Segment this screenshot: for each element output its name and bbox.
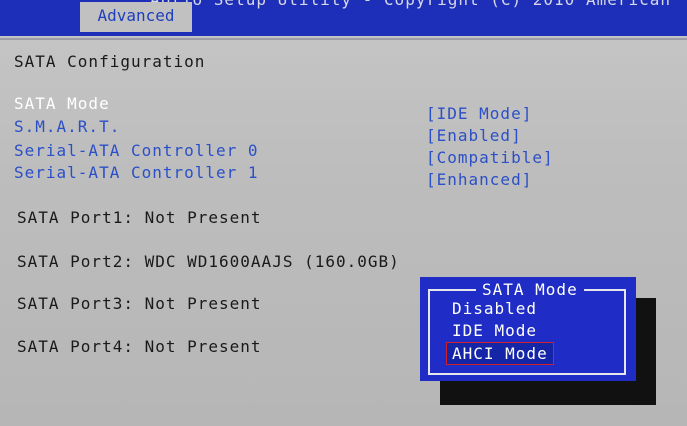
header-divider: [0, 38, 687, 40]
option-ahci-mode[interactable]: AHCI Mode: [446, 342, 554, 365]
popup-frame: SATA Mode Disabled IDE Mode AHCI Mode: [428, 280, 626, 375]
value-smart[interactable]: [Enabled]: [426, 126, 522, 145]
section-title: SATA Configuration: [14, 52, 206, 71]
sata-port-3: SATA Port3: Not Present: [17, 294, 262, 313]
setting-sata-controller-0[interactable]: Serial-ATA Controller 0: [14, 141, 259, 160]
header-bar: Aptio Setup Utility - Copyright (C) 2010…: [0, 0, 687, 36]
sata-port-2: SATA Port2: WDC WD1600AAJS (160.0GB): [17, 252, 400, 271]
setting-sata-mode[interactable]: SATA Mode: [14, 94, 110, 113]
value-sata-mode[interactable]: [IDE Mode]: [426, 104, 532, 123]
setting-smart[interactable]: S.M.A.R.T.: [14, 117, 120, 136]
sata-mode-popup: SATA Mode Disabled IDE Mode AHCI Mode: [420, 277, 636, 381]
setting-sata-controller-1[interactable]: Serial-ATA Controller 1: [14, 163, 259, 182]
popup-title: SATA Mode: [476, 280, 584, 300]
option-ide-mode[interactable]: IDE Mode: [452, 321, 537, 340]
tab-advanced[interactable]: Advanced: [80, 2, 192, 32]
sata-port-4: SATA Port4: Not Present: [17, 337, 262, 356]
option-disabled[interactable]: Disabled: [452, 299, 537, 318]
value-sata-controller-0[interactable]: [Compatible]: [426, 148, 554, 167]
bios-screen: Aptio Setup Utility - Copyright (C) 2010…: [0, 0, 687, 426]
header-title: Aptio Setup Utility - Copyright (C) 2010…: [150, 0, 671, 9]
value-sata-controller-1[interactable]: [Enhanced]: [426, 170, 532, 189]
sata-port-1: SATA Port1: Not Present: [17, 208, 262, 227]
